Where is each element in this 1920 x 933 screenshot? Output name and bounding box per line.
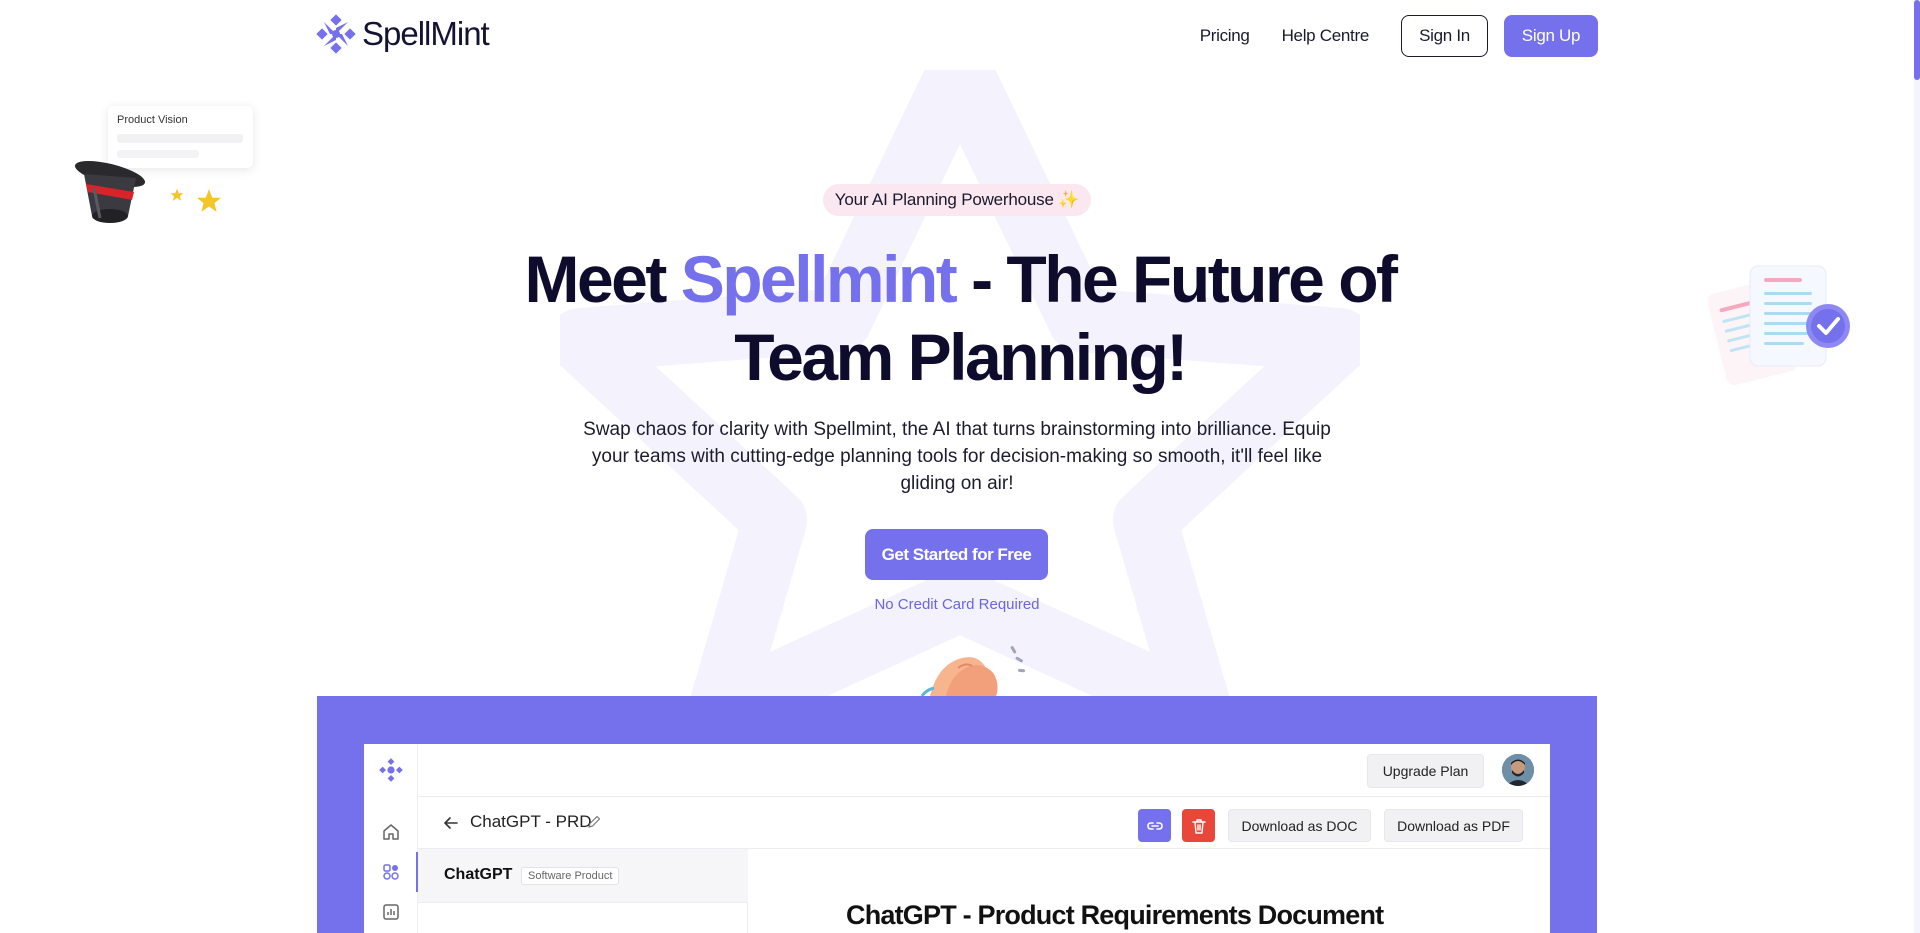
no-credit-card-note: No Credit Card Required	[874, 596, 1040, 613]
document-toolbar: ChatGPT - PRD Download as DOC Download a…	[418, 797, 1550, 849]
clapping-hands-icon	[920, 646, 1026, 696]
link-icon	[1146, 821, 1163, 830]
hero-heading-accent: Spellmint	[680, 242, 958, 316]
star-icon	[197, 189, 221, 212]
card-placeholder-line	[117, 134, 243, 143]
upgrade-plan-button[interactable]: Upgrade Plan	[1367, 754, 1484, 788]
apps-icon[interactable]	[381, 862, 401, 882]
tagline-pill: Your AI Planning Powerhouse ✨	[823, 184, 1091, 216]
chart-icon[interactable]	[381, 902, 401, 922]
product-vision-card-title: Product Vision	[117, 114, 188, 126]
document-list: ChatGPT Software Product	[418, 849, 748, 933]
user-avatar[interactable]	[1502, 754, 1534, 786]
document-title: ChatGPT - PRD	[470, 812, 592, 831]
document-list-item-name: ChatGPT	[444, 866, 513, 883]
scrollbar-thumb[interactable]	[1914, 0, 1920, 80]
hero-heading: Meet Spellmint - The Future of Team Plan…	[460, 240, 1460, 396]
sign-up-button[interactable]: Sign Up	[1504, 15, 1598, 57]
back-arrow-icon[interactable]	[442, 814, 460, 832]
spellmint-logo-icon	[316, 14, 356, 54]
page-scrollbar[interactable]	[1914, 0, 1920, 933]
hero-heading-prefix: Meet	[524, 242, 681, 316]
nav-link-pricing[interactable]: Pricing	[1200, 26, 1250, 46]
document-list-item[interactable]: ChatGPT Software Product	[418, 849, 748, 903]
app-preview-section: Upgrade Plan ChatGPT - PRD Download as D…	[317, 696, 1597, 933]
star-icon	[170, 188, 184, 201]
home-icon[interactable]	[381, 822, 401, 842]
document-heading: ChatGPT - Product Requirements Document	[846, 900, 1384, 930]
sign-in-button[interactable]: Sign In	[1401, 15, 1488, 57]
get-started-button[interactable]: Get Started for Free	[865, 529, 1048, 580]
avatar-image	[1502, 754, 1534, 786]
edit-pencil-icon[interactable]	[586, 814, 602, 830]
top-navbar: SpellMint Pricing Help Centre Sign In Si…	[316, 14, 1598, 58]
share-link-button[interactable]	[1138, 809, 1171, 842]
spellmint-logo-icon[interactable]	[379, 758, 403, 782]
checked-documents-icon	[1708, 265, 1850, 386]
delete-button[interactable]	[1182, 809, 1215, 842]
trash-icon	[1191, 818, 1206, 834]
download-doc-button[interactable]: Download as DOC	[1228, 809, 1371, 842]
nav-links: Pricing Help Centre Sign In Sign Up	[1200, 15, 1598, 57]
app-top-bar: Upgrade Plan	[418, 744, 1550, 797]
download-pdf-button[interactable]: Download as PDF	[1384, 809, 1523, 842]
hero-subtitle: Swap chaos for clarity with Spellmint, t…	[583, 419, 1331, 494]
magic-hat-icon	[74, 160, 146, 223]
document-category-tag: Software Product	[521, 867, 620, 885]
brand-name: SpellMint	[362, 15, 490, 52]
nav-link-help-centre[interactable]: Help Centre	[1282, 26, 1370, 46]
brand-logo[interactable]: SpellMint	[316, 14, 490, 54]
app-preview-window: Upgrade Plan ChatGPT - PRD Download as D…	[364, 744, 1550, 933]
app-sidebar	[364, 744, 418, 933]
